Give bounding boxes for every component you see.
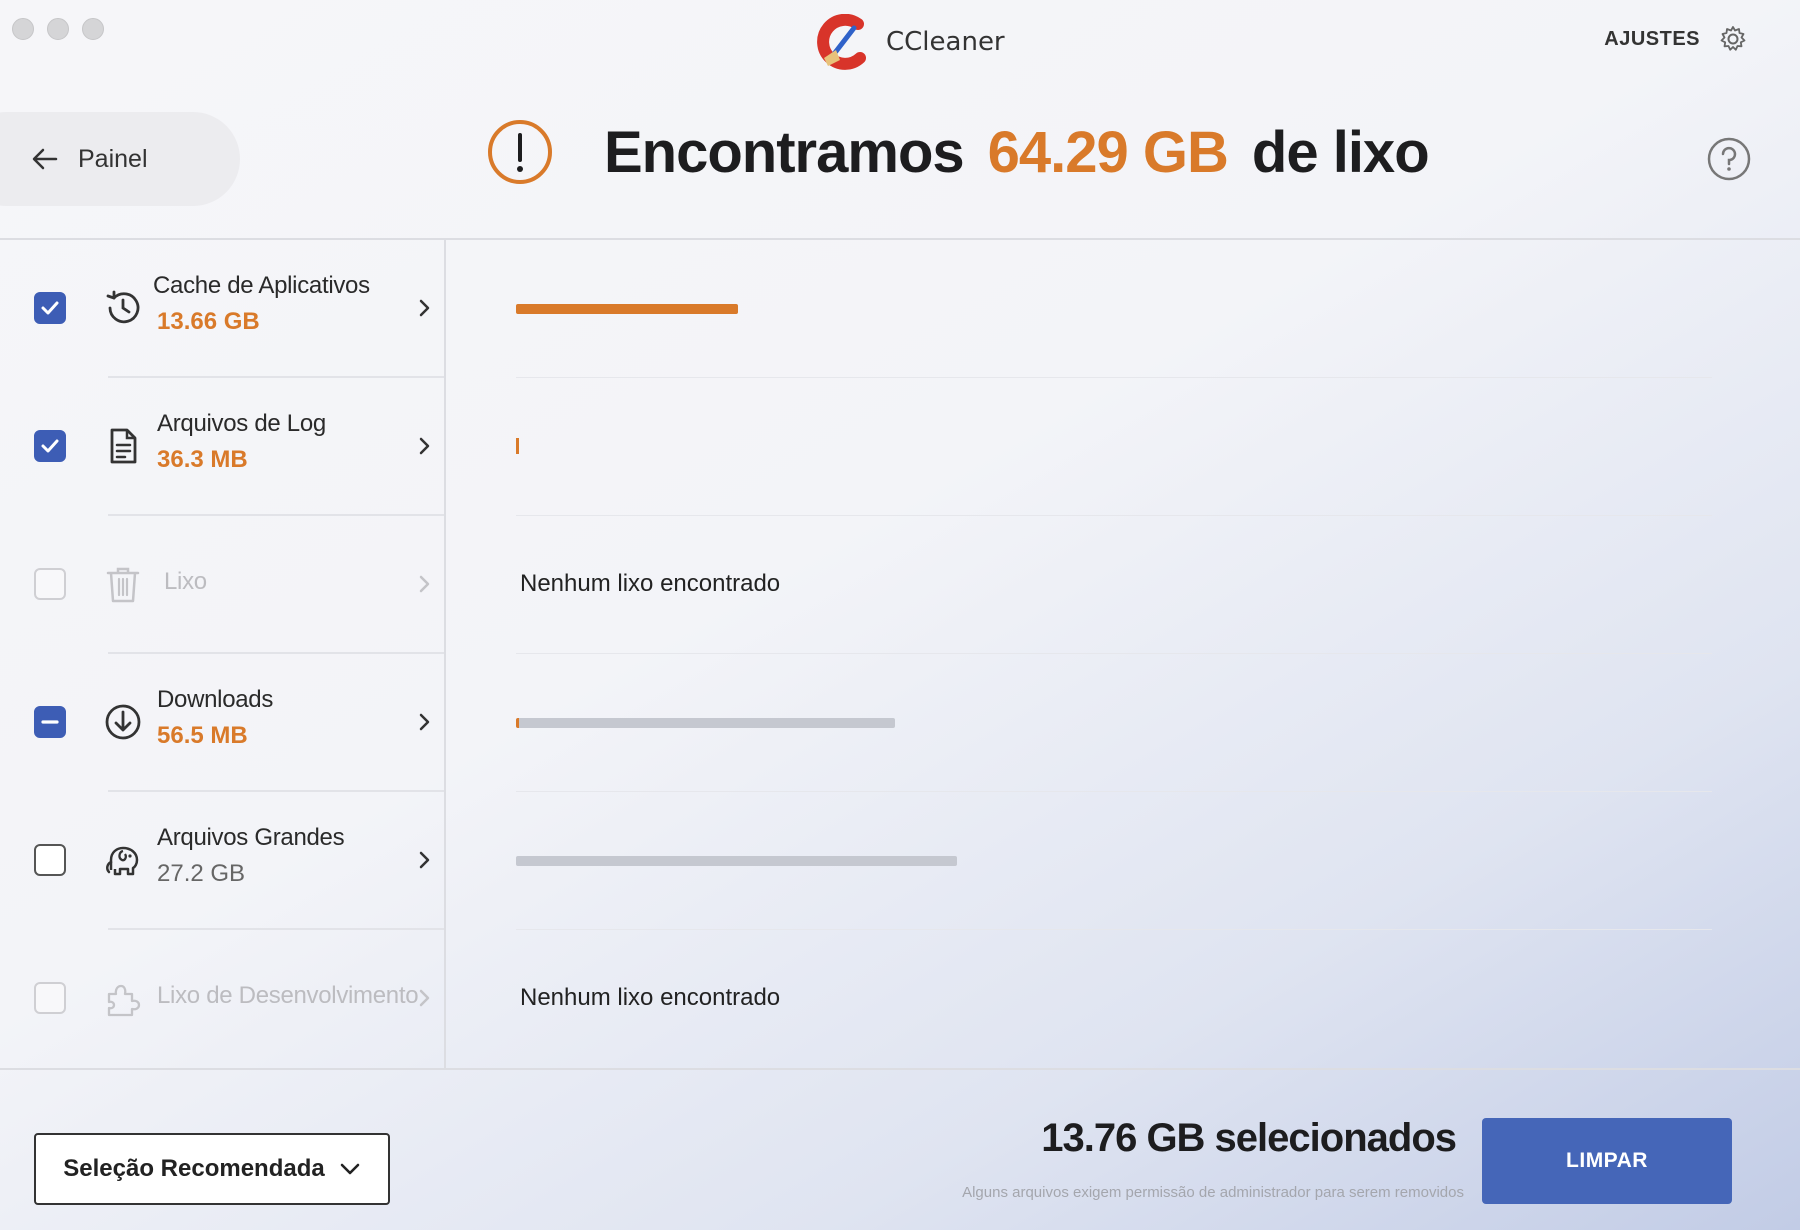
admin-permission-note: Alguns arquivos exigem permissão de admi… <box>962 1184 1464 1201</box>
app-window: CCleaner AJUSTES Painel Encontramos 64.2… <box>0 0 1800 1230</box>
close-window-button[interactable] <box>12 18 34 40</box>
size-bar-track <box>516 718 895 728</box>
arrow-left-icon <box>32 148 58 170</box>
footer-divider <box>0 1068 1800 1070</box>
category-checkbox[interactable] <box>34 292 66 324</box>
headline-suffix: de lixo <box>1251 119 1430 185</box>
minus-icon <box>41 720 59 724</box>
size-bar-track <box>516 304 738 314</box>
document-icon <box>110 428 137 464</box>
minimize-window-button[interactable] <box>47 18 69 40</box>
help-icon[interactable] <box>1706 136 1752 182</box>
warning-icon <box>488 120 552 184</box>
category-name: Arquivos de Log <box>157 410 326 437</box>
category-row-app-cache[interactable]: Cache de Aplicativos 13.66 GB <box>0 240 1800 378</box>
category-row-downloads[interactable]: Downloads 56.5 MB <box>0 654 1800 792</box>
category-size: 27.2 GB <box>157 860 246 887</box>
trash-icon <box>106 567 140 603</box>
category-name: Cache de Aplicativos <box>153 272 370 299</box>
category-name: Arquivos Grandes <box>157 824 345 851</box>
empty-message: Nenhum lixo encontrado <box>520 570 781 597</box>
category-row-trash: Lixo Nenhum lixo encontrado <box>0 516 1800 654</box>
size-bar-track <box>516 856 957 866</box>
category-row-large-files[interactable]: Arquivos Grandes 27.2 GB <box>0 792 1800 930</box>
chevron-right-icon[interactable] <box>416 709 434 735</box>
selected-total: 13.76 GB selecionados <box>1041 1116 1457 1160</box>
selection-mode-label: Seleção Recomendada <box>63 1155 325 1182</box>
chevron-down-icon <box>340 1163 360 1175</box>
category-size: 36.3 MB <box>157 446 248 473</box>
category-name: Lixo <box>164 568 207 595</box>
category-checkbox <box>34 982 66 1014</box>
size-bar <box>516 718 895 728</box>
settings-label: AJUSTES <box>1604 27 1700 50</box>
headline-prefix: Encontramos <box>604 119 965 185</box>
checkmark-icon <box>41 301 59 315</box>
back-to-dashboard-button[interactable]: Painel <box>0 112 240 206</box>
category-checkbox[interactable] <box>34 430 66 462</box>
chevron-right-icon[interactable] <box>416 295 434 321</box>
checkmark-icon <box>41 439 59 453</box>
back-label: Painel <box>78 144 148 173</box>
selection-mode-dropdown[interactable]: Seleção Recomendada <box>34 1133 390 1205</box>
size-bar <box>516 304 738 314</box>
category-checkbox[interactable] <box>34 706 66 738</box>
headline-amount: 64.29 GB <box>987 119 1229 185</box>
category-checkbox[interactable] <box>34 844 66 876</box>
size-bar <box>516 438 519 454</box>
chevron-right-icon <box>419 989 430 1007</box>
category-size: 56.5 MB <box>157 722 248 749</box>
page-title: Encontramos 64.29 GB de lixo <box>486 118 1430 186</box>
category-row-dev-junk: Lixo de Desenvolvimento Nenhum lixo enco… <box>0 930 1800 1068</box>
chevron-right-icon[interactable] <box>416 847 434 873</box>
app-title: CCleaner <box>810 14 1005 70</box>
history-icon <box>106 290 140 324</box>
app-name: CCleaner <box>886 27 1005 57</box>
category-row-log-files[interactable]: Arquivos de Log 36.3 MB <box>0 378 1800 516</box>
settings-button[interactable]: AJUSTES <box>1604 24 1748 54</box>
puzzle-icon <box>107 984 141 1017</box>
download-icon <box>105 704 141 740</box>
size-bar <box>516 856 957 866</box>
category-checkbox <box>34 568 66 600</box>
clean-button[interactable]: LIMPAR <box>1482 1118 1732 1204</box>
empty-message: Nenhum lixo encontrado <box>520 984 781 1011</box>
ccleaner-logo-icon <box>817 14 866 70</box>
category-name: Lixo de Desenvolvimento <box>157 982 419 1009</box>
gear-icon <box>1720 26 1746 51</box>
category-size: 13.66 GB <box>157 308 260 335</box>
chevron-right-icon <box>419 575 430 593</box>
zoom-window-button[interactable] <box>82 18 104 40</box>
window-controls <box>12 18 104 40</box>
elephant-icon <box>106 846 139 876</box>
chevron-right-icon[interactable] <box>416 433 434 459</box>
category-name: Downloads <box>157 686 274 713</box>
